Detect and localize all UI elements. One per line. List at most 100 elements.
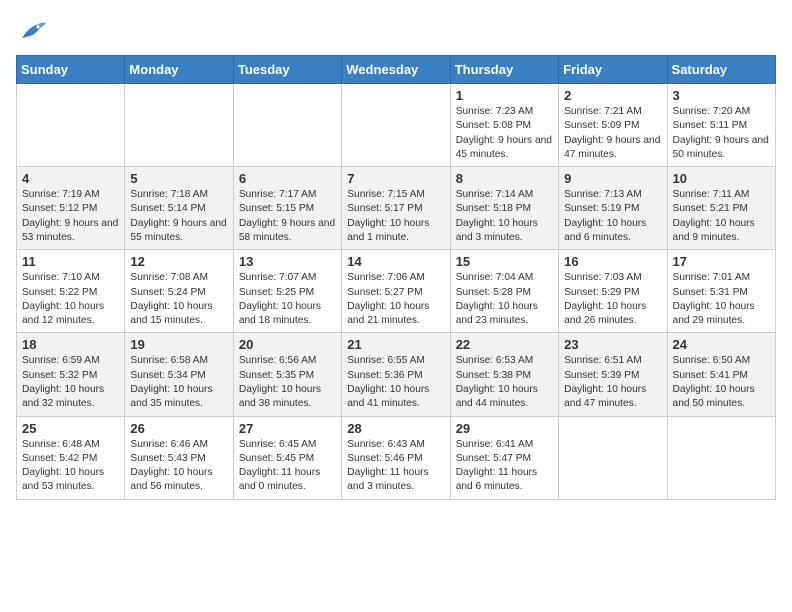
day-info: Sunrise: 7:15 AM Sunset: 5:17 PM Dayligh…	[347, 188, 444, 245]
day-info: Sunrise: 6:45 AM Sunset: 5:45 PM Dayligh…	[239, 438, 336, 495]
day-info: Sunrise: 6:56 AM Sunset: 5:35 PM Dayligh…	[239, 354, 336, 411]
day-info: Sunrise: 6:41 AM Sunset: 5:47 PM Dayligh…	[456, 438, 553, 495]
day-number: 22	[456, 337, 553, 352]
day-number: 15	[456, 254, 553, 269]
day-info: Sunrise: 6:58 AM Sunset: 5:34 PM Dayligh…	[130, 354, 227, 411]
day-number: 8	[456, 171, 553, 186]
calendar-week-row: 11Sunrise: 7:10 AM Sunset: 5:22 PM Dayli…	[17, 250, 776, 333]
calendar-cell: 6 Sunrise: 7:17 AM Sunset: 5:15 PM Daylig…	[233, 167, 341, 250]
day-info: Sunrise: 6:55 AM Sunset: 5:36 PM Dayligh…	[347, 354, 444, 411]
calendar-cell: 14 Sunrise: 7:06 AM Sunset: 5:27 PM Dayli…	[342, 250, 450, 333]
calendar-cell	[667, 416, 775, 499]
day-number: 24	[673, 337, 770, 352]
day-number: 10	[673, 171, 770, 186]
calendar-cell	[233, 84, 341, 167]
weekday-header: Monday	[125, 56, 233, 84]
day-number: 13	[239, 254, 336, 269]
day-info: Sunrise: 7:11 AM Sunset: 5:21 PM Dayligh…	[673, 188, 770, 245]
day-info: Sunrise: 6:43 AM Sunset: 5:46 PM Dayligh…	[347, 438, 444, 495]
day-number: 6	[239, 171, 336, 186]
day-number: 12	[130, 254, 227, 269]
calendar-cell: 19 Sunrise: 6:58 AM Sunset: 5:34 PM Dayli…	[125, 333, 233, 416]
calendar-cell: 12 Sunrise: 7:08 AM Sunset: 5:24 PM Dayli…	[125, 250, 233, 333]
day-number: 28	[347, 421, 444, 436]
day-number: 18	[22, 337, 119, 352]
calendar-cell: 10 Sunrise: 7:11 AM Sunset: 5:21 PM Dayli…	[667, 167, 775, 250]
calendar-cell: 2 Sunrise: 7:21 AM Sunset: 5:09 PM Daylig…	[559, 84, 667, 167]
day-number: 27	[239, 421, 336, 436]
day-info: Sunrise: 6:59 AM Sunset: 5:32 PM Dayligh…	[22, 354, 119, 411]
calendar-week-row: 25 Sunrise: 6:48 AM Sunset: 5:42 PM Dayli…	[17, 416, 776, 499]
day-number: 3	[673, 88, 770, 103]
header	[16, 16, 776, 47]
calendar-cell	[342, 84, 450, 167]
logo-bird-icon	[18, 20, 46, 42]
weekday-header: Tuesday	[233, 56, 341, 84]
day-info: Sunrise: 7:01 AM Sunset: 5:31 PM Dayligh…	[673, 271, 770, 328]
day-number: 14	[347, 254, 444, 269]
weekday-header: Friday	[559, 56, 667, 84]
calendar-cell: 13 Sunrise: 7:07 AM Sunset: 5:25 PM Dayli…	[233, 250, 341, 333]
calendar-cell: 8 Sunrise: 7:14 AM Sunset: 5:18 PM Daylig…	[450, 167, 558, 250]
day-number: 2	[564, 88, 661, 103]
day-info: Sunrise: 7:13 AM Sunset: 5:19 PM Dayligh…	[564, 188, 661, 245]
calendar-cell: 28 Sunrise: 6:43 AM Sunset: 5:46 PM Dayli…	[342, 416, 450, 499]
calendar-table: SundayMondayTuesdayWednesdayThursdayFrid…	[16, 55, 776, 500]
calendar-cell: 18 Sunrise: 6:59 AM Sunset: 5:32 PM Dayli…	[17, 333, 125, 416]
calendar-cell: 7 Sunrise: 7:15 AM Sunset: 5:17 PM Daylig…	[342, 167, 450, 250]
logo	[16, 20, 46, 47]
day-info: Sunrise: 7:21 AM Sunset: 5:09 PM Dayligh…	[564, 105, 661, 162]
calendar-cell: 15Sunrise: 7:04 AM Sunset: 5:28 PM Dayli…	[450, 250, 558, 333]
day-number: 17	[673, 254, 770, 269]
day-info: Sunrise: 7:08 AM Sunset: 5:24 PM Dayligh…	[130, 271, 227, 328]
day-number: 11	[22, 254, 119, 269]
calendar-cell: 11Sunrise: 7:10 AM Sunset: 5:22 PM Dayli…	[17, 250, 125, 333]
calendar-cell: 23Sunrise: 6:51 AM Sunset: 5:39 PM Dayli…	[559, 333, 667, 416]
day-info: Sunrise: 7:20 AM Sunset: 5:11 PM Dayligh…	[673, 105, 770, 162]
day-number: 20	[239, 337, 336, 352]
day-info: Sunrise: 6:53 AM Sunset: 5:38 PM Dayligh…	[456, 354, 553, 411]
calendar-cell: 21 Sunrise: 6:55 AM Sunset: 5:36 PM Dayli…	[342, 333, 450, 416]
weekday-header: Saturday	[667, 56, 775, 84]
day-info: Sunrise: 6:50 AM Sunset: 5:41 PM Dayligh…	[673, 354, 770, 411]
calendar-cell: 3 Sunrise: 7:20 AM Sunset: 5:11 PM Daylig…	[667, 84, 775, 167]
day-info: Sunrise: 7:14 AM Sunset: 5:18 PM Dayligh…	[456, 188, 553, 245]
day-info: Sunrise: 7:03 AM Sunset: 5:29 PM Dayligh…	[564, 271, 661, 328]
day-info: Sunrise: 7:07 AM Sunset: 5:25 PM Dayligh…	[239, 271, 336, 328]
calendar-cell: 5 Sunrise: 7:18 AM Sunset: 5:14 PM Daylig…	[125, 167, 233, 250]
calendar-cell	[17, 84, 125, 167]
day-info: Sunrise: 6:46 AM Sunset: 5:43 PM Dayligh…	[130, 438, 227, 495]
day-info: Sunrise: 7:18 AM Sunset: 5:14 PM Dayligh…	[130, 188, 227, 245]
day-number: 21	[347, 337, 444, 352]
day-number: 9	[564, 171, 661, 186]
calendar-cell	[559, 416, 667, 499]
calendar-cell: 27 Sunrise: 6:45 AM Sunset: 5:45 PM Dayli…	[233, 416, 341, 499]
calendar-cell: 29 Sunrise: 6:41 AM Sunset: 5:47 PM Dayli…	[450, 416, 558, 499]
day-number: 16	[564, 254, 661, 269]
calendar-cell: 1 Sunrise: 7:23 AM Sunset: 5:08 PM Daylig…	[450, 84, 558, 167]
day-number: 5	[130, 171, 227, 186]
day-number: 23	[564, 337, 661, 352]
day-info: Sunrise: 7:23 AM Sunset: 5:08 PM Dayligh…	[456, 105, 553, 162]
calendar-week-row: 1 Sunrise: 7:23 AM Sunset: 5:08 PM Daylig…	[17, 84, 776, 167]
day-number: 26	[130, 421, 227, 436]
day-number: 7	[347, 171, 444, 186]
day-number: 1	[456, 88, 553, 103]
calendar-cell: 4Sunrise: 7:19 AM Sunset: 5:12 PM Daylig…	[17, 167, 125, 250]
weekday-header: Wednesday	[342, 56, 450, 84]
calendar-cell: 22 Sunrise: 6:53 AM Sunset: 5:38 PM Dayli…	[450, 333, 558, 416]
day-number: 19	[130, 337, 227, 352]
calendar-cell: 16 Sunrise: 7:03 AM Sunset: 5:29 PM Dayli…	[559, 250, 667, 333]
day-info: Sunrise: 7:06 AM Sunset: 5:27 PM Dayligh…	[347, 271, 444, 328]
weekday-header: Thursday	[450, 56, 558, 84]
calendar-cell: 26 Sunrise: 6:46 AM Sunset: 5:43 PM Dayli…	[125, 416, 233, 499]
day-number: 25	[22, 421, 119, 436]
calendar-header-row: SundayMondayTuesdayWednesdayThursdayFrid…	[17, 56, 776, 84]
weekday-header: Sunday	[17, 56, 125, 84]
calendar-cell: 9 Sunrise: 7:13 AM Sunset: 5:19 PM Daylig…	[559, 167, 667, 250]
day-info: Sunrise: 7:17 AM Sunset: 5:15 PM Dayligh…	[239, 188, 336, 245]
day-info: Sunrise: 6:48 AM Sunset: 5:42 PM Dayligh…	[22, 438, 119, 495]
calendar-week-row: 18 Sunrise: 6:59 AM Sunset: 5:32 PM Dayli…	[17, 333, 776, 416]
day-number: 29	[456, 421, 553, 436]
calendar-cell: 24 Sunrise: 6:50 AM Sunset: 5:41 PM Dayli…	[667, 333, 775, 416]
